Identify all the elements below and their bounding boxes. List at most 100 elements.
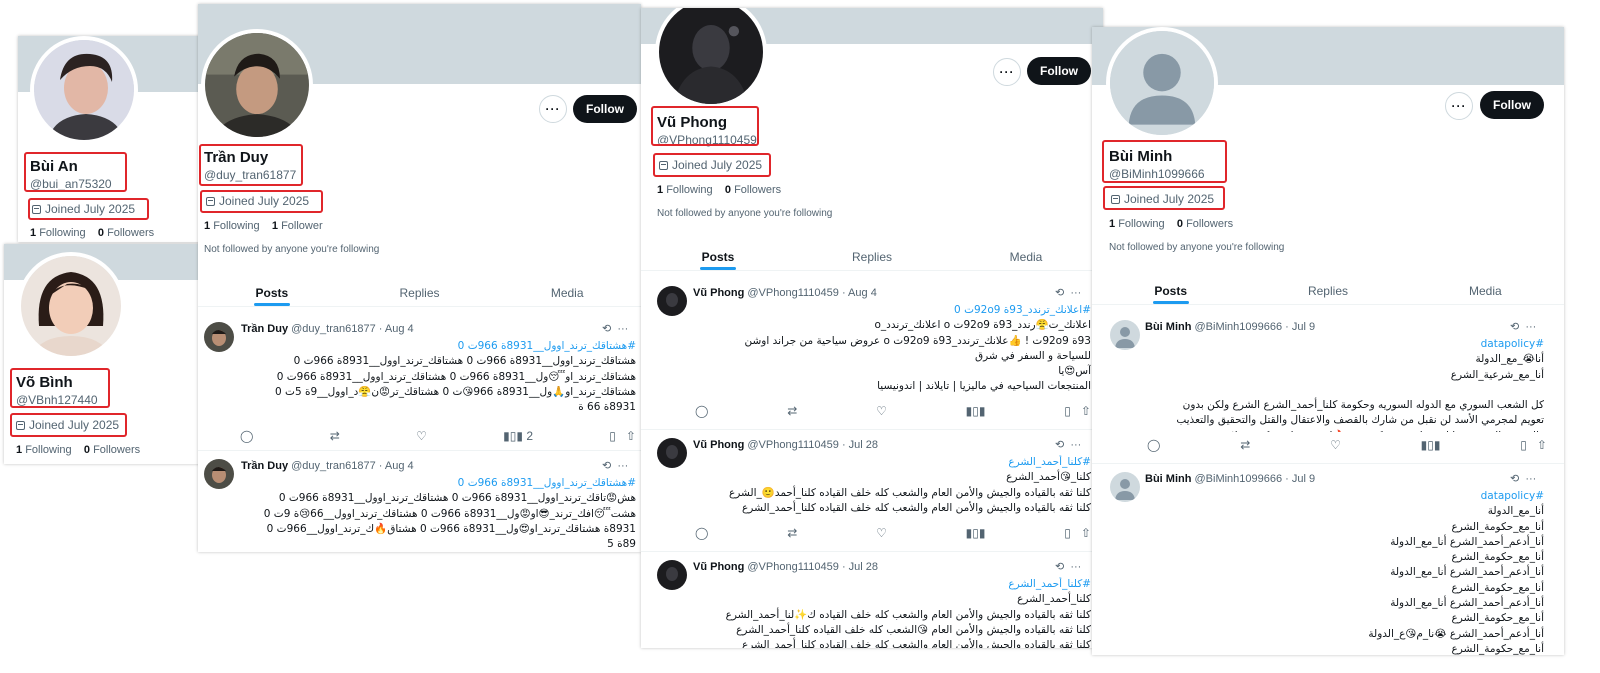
post-avatar[interactable] [1110, 320, 1140, 350]
hashtag-link[interactable]: #datapolicy [1481, 490, 1544, 502]
follow-counts[interactable]: 1 Following 1 Follower [204, 220, 323, 232]
post-text: #datapolicy أنا😭_مع_الدولة أنا_مع_شرعية_… [1176, 338, 1544, 432]
more-options-button[interactable]: ··· [539, 95, 567, 123]
like-icon[interactable]: ♡ [876, 404, 887, 418]
post-avatar[interactable] [204, 459, 234, 489]
profile-name: Bùi An [30, 158, 78, 175]
reply-icon[interactable]: ◯ [1147, 438, 1160, 452]
post-header: Bùi Minh @BiMinh1099666 · Jul 9 [1145, 321, 1316, 333]
views-icon[interactable]: ▮▯▮ [966, 404, 986, 418]
reply-icon[interactable]: ◯ [695, 526, 708, 540]
post-header-icons: ⟲ ··· [1510, 472, 1536, 485]
profile-card-vo-binh: Võ Bình @VBnh127440 Joined July 2025 1 F… [4, 244, 204, 464]
like-icon[interactable]: ♡ [876, 526, 887, 540]
more-icon[interactable]: ··· [617, 323, 628, 335]
post-item[interactable]: Bùi Minh @BiMinh1099666 · Jul 9 ⟲ ··· #d… [1092, 312, 1564, 464]
post-item[interactable]: Vũ Phong @VPhong1110459 · Jul 28 ⟲ ··· #… [641, 552, 1103, 648]
tab-media[interactable]: Media [493, 276, 641, 306]
more-icon[interactable]: ··· [1070, 561, 1081, 573]
tab-media[interactable]: Media [949, 240, 1103, 270]
tab-posts[interactable]: Posts [641, 240, 795, 270]
bookmark-icon[interactable]: ▯ [609, 429, 616, 443]
grok-icon[interactable]: ⟲ [1510, 321, 1519, 333]
profile-handle: @VPhong1110459 [657, 133, 757, 147]
post-avatar[interactable] [657, 560, 687, 590]
hashtag-link[interactable]: #اعلانك_ترندد_93ة 92o9ت 0 [954, 304, 1091, 316]
profile-tabs: Posts Replies Media [1092, 274, 1564, 305]
follow-button[interactable]: Follow [1480, 91, 1544, 119]
like-icon[interactable]: ♡ [416, 429, 427, 443]
follow-counts[interactable]: 1 Following 0 Followers [1109, 218, 1233, 230]
share-icon[interactable]: ⇧ [1081, 404, 1091, 418]
bookmark-icon[interactable]: ▯ [1064, 526, 1071, 540]
repost-icon[interactable]: ⇄ [787, 526, 797, 540]
hashtag-link[interactable]: #كلنا_أحمد_الشرع [1008, 578, 1091, 590]
grok-icon[interactable]: ⟲ [1055, 561, 1064, 573]
more-icon[interactable]: ··· [1525, 473, 1536, 485]
like-icon[interactable]: ♡ [1330, 438, 1341, 452]
post-avatar[interactable] [1110, 472, 1140, 502]
views-icon[interactable]: ▮▯▮ [1421, 438, 1441, 452]
profile-avatar[interactable] [1106, 27, 1218, 139]
post-avatar[interactable] [204, 322, 234, 352]
post-avatar[interactable] [657, 438, 687, 468]
tab-posts[interactable]: Posts [1092, 274, 1249, 304]
follow-counts[interactable]: 1 Following 0 Followers [16, 444, 140, 456]
more-options-button[interactable]: ··· [993, 58, 1021, 86]
profile-name: Võ Bình [16, 374, 73, 391]
joined-date: Joined July 2025 [206, 194, 309, 208]
profile-avatar[interactable] [30, 36, 138, 144]
follow-counts[interactable]: 1 Following 0 Followers [657, 184, 781, 196]
more-icon[interactable]: ··· [617, 460, 628, 472]
grok-icon[interactable]: ⟲ [1055, 287, 1064, 299]
profile-avatar[interactable] [655, 8, 767, 108]
share-icon[interactable]: ⇧ [1081, 526, 1091, 540]
views-icon[interactable]: ▮▯▮ 2 [503, 429, 533, 443]
follow-button[interactable]: Follow [573, 95, 637, 123]
more-options-button[interactable]: ··· [1445, 92, 1473, 120]
profile-name: Vũ Phong [657, 114, 727, 131]
repost-icon[interactable]: ⇄ [330, 429, 340, 443]
grok-icon[interactable]: ⟲ [602, 323, 611, 335]
hashtag-link[interactable]: #كلنا_أحمد_الشرع [1008, 456, 1091, 468]
more-icon[interactable]: ··· [1070, 287, 1081, 299]
post-header-icons: ⟲ ··· [1055, 286, 1081, 299]
hashtag-link[interactable]: #datapolicy [1481, 338, 1544, 350]
profile-avatar[interactable] [201, 29, 313, 141]
grok-icon[interactable]: ⟲ [1055, 439, 1064, 451]
post-item[interactable]: Vũ Phong @VPhong1110459 · Aug 4 ⟲ ··· #ا… [641, 278, 1103, 430]
more-icon[interactable]: ··· [1525, 321, 1536, 333]
views-icon[interactable]: ▮▯▮ [966, 526, 986, 540]
share-icon[interactable]: ⇧ [1537, 438, 1547, 452]
post-item[interactable]: Bùi Minh @BiMinh1099666 · Jul 9 ⟲ ··· #d… [1092, 464, 1564, 655]
reply-icon[interactable]: ◯ [240, 429, 253, 443]
grok-icon[interactable]: ⟲ [602, 460, 611, 472]
tab-replies[interactable]: Replies [346, 276, 494, 306]
repost-icon[interactable]: ⇄ [787, 404, 797, 418]
profile-card-bui-an: Bùi An @bui_an75320 Joined July 2025 1 F… [18, 36, 208, 242]
tab-posts[interactable]: Posts [198, 276, 346, 306]
tab-replies[interactable]: Replies [1249, 274, 1406, 304]
grok-icon[interactable]: ⟲ [1510, 473, 1519, 485]
bookmark-icon[interactable]: ▯ [1520, 438, 1527, 452]
reply-icon[interactable]: ◯ [695, 404, 708, 418]
joined-date: Joined July 2025 [16, 418, 119, 432]
post-item[interactable]: Vũ Phong @VPhong1110459 · Jul 28 ⟲ ··· #… [641, 430, 1103, 552]
more-icon[interactable]: ··· [1070, 439, 1081, 451]
tab-replies[interactable]: Replies [795, 240, 949, 270]
post-item[interactable]: Trần Duy @duy_tran61877 · Aug 4 ⟲ ··· #ه… [198, 451, 641, 552]
post-item[interactable]: Trần Duy @duy_tran61877 · Aug 4 ⟲ ··· #ه… [198, 314, 641, 451]
follow-button[interactable]: Follow [1027, 57, 1091, 85]
post-text: #كلنا_أحمد_الشرع كلنا_😘أحمد_الشرع كلنا ث… [728, 456, 1091, 514]
calendar-icon [1111, 194, 1120, 204]
bookmark-icon[interactable]: ▯ [1064, 404, 1071, 418]
share-icon[interactable]: ⇧ [626, 429, 636, 443]
post-avatar[interactable] [657, 286, 687, 316]
tab-media[interactable]: Media [1407, 274, 1564, 304]
hashtag-link[interactable]: #هشتاقك_ترند_اوول__8931ة 966ت 0 [458, 477, 636, 489]
post-text: #اعلانك_ترندد_93ة 92o9ت 0 اعلانك_ت😤رندد_… [744, 304, 1091, 393]
follow-counts[interactable]: 1 Following 0 Followers [30, 227, 154, 239]
repost-icon[interactable]: ⇄ [1240, 438, 1250, 452]
hashtag-link[interactable]: #هشتاقك_ترند_اوول__8931ة 966ت 0 [458, 340, 636, 352]
profile-avatar[interactable] [17, 252, 125, 360]
